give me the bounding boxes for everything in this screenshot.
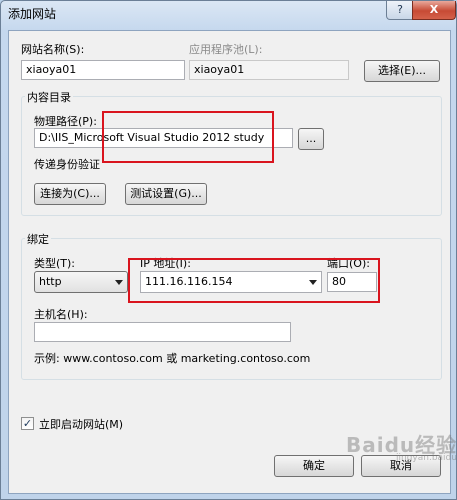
help-button[interactable]: ? bbox=[386, 1, 414, 20]
pass-through-auth-label: 传递身份验证 bbox=[34, 158, 100, 171]
app-pool-field: xiaoya01 bbox=[189, 60, 349, 80]
title-bar[interactable]: 添加网站 ? X bbox=[1, 1, 456, 23]
site-name-label: 网站名称(S): bbox=[21, 43, 85, 56]
dialog-client-area: 网站名称(S): xiaoya01 应用程序池(L): xiaoya01 选择(… bbox=[8, 30, 451, 494]
select-app-pool-button[interactable]: 选择(E)... bbox=[364, 60, 440, 82]
site-name-input[interactable]: xiaoya01 bbox=[21, 60, 185, 80]
connect-as-button[interactable]: 连接为(C)... bbox=[34, 183, 106, 205]
chevron-down-icon bbox=[115, 280, 123, 285]
highlight-physical-path bbox=[102, 111, 274, 163]
baidu-watermark-url: jingyan.baidu.com bbox=[396, 453, 457, 463]
protocol-type-value: http bbox=[39, 275, 62, 288]
content-directory-title: 内容目录 bbox=[25, 89, 73, 105]
start-site-label: 立即启动网站(M) bbox=[39, 418, 124, 431]
window-title: 添加网站 bbox=[8, 7, 57, 21]
physical-path-label: 物理路径(P): bbox=[34, 115, 97, 128]
host-name-input[interactable] bbox=[34, 322, 291, 342]
start-site-checkbox[interactable]: ✓ bbox=[21, 417, 34, 430]
example-text: 示例: www.contoso.com 或 marketing.contoso.… bbox=[34, 352, 311, 365]
ok-button[interactable]: 确定 bbox=[274, 455, 354, 477]
highlight-binding bbox=[128, 258, 380, 303]
binding-title: 绑定 bbox=[25, 231, 51, 247]
host-name-label: 主机名(H): bbox=[34, 308, 88, 321]
type-label: 类型(T): bbox=[34, 257, 76, 270]
add-website-dialog: 添加网站 ? X 网站名称(S): xiaoya01 应用程序池(L): xia… bbox=[0, 0, 457, 500]
close-button[interactable]: X bbox=[412, 1, 456, 20]
app-pool-label: 应用程序池(L): bbox=[189, 43, 263, 56]
protocol-type-select[interactable]: http bbox=[34, 271, 128, 293]
browse-path-button[interactable]: ... bbox=[298, 128, 324, 150]
test-settings-button[interactable]: 测试设置(G)... bbox=[125, 183, 207, 205]
